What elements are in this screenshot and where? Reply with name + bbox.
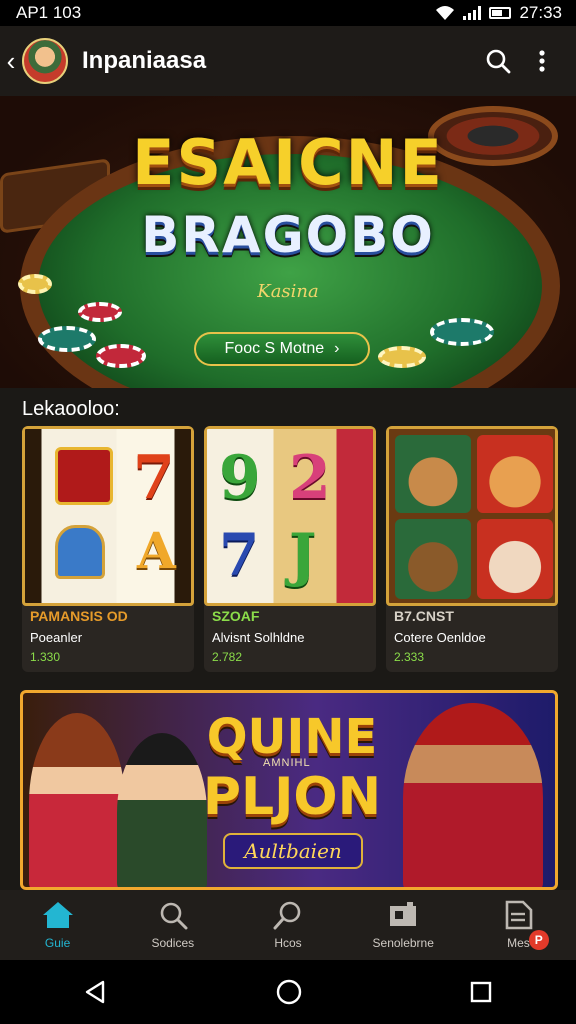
nav-label: Senolebrne: [372, 936, 434, 950]
nine-symbol-icon: 9: [219, 443, 261, 513]
magnifier-icon: [273, 901, 301, 930]
status-time: 27:33: [519, 3, 562, 22]
notification-badge: P: [528, 930, 549, 950]
puzzle-icon: [390, 902, 417, 926]
game-card[interactable]: B7.CNST Cotere Oenldoe 2.333: [386, 426, 558, 672]
hero-cta-label: Fooc S Motne: [224, 340, 325, 357]
card-count: 2.333: [394, 650, 425, 664]
hero-subtitle: Kasina: [257, 281, 319, 302]
hero-banner[interactable]: ESAICNE BRAGOBO Kasina Fooc S Motne ›: [0, 96, 576, 388]
a-symbol-icon: A: [137, 521, 176, 580]
game-card-list: 7 A PAMANSIS OD Poeanler 1.330 9 2 7 J S…: [22, 426, 558, 672]
nav-label: Hcos: [274, 936, 302, 950]
card-badge: B7.CNST: [394, 608, 454, 624]
home-circle-icon[interactable]: [275, 978, 303, 1006]
app-bar: ‹ Inpaniaasa: [0, 26, 576, 96]
nav-label: Sodices: [151, 936, 195, 950]
game-card[interactable]: 7 A PAMANSIS OD Poeanler 1.330: [22, 426, 194, 672]
three-symbol-icon: J: [289, 521, 317, 589]
dog-character-image: [395, 435, 471, 513]
nav-label: Guie: [44, 936, 71, 950]
card-count: 2.782: [212, 650, 243, 664]
seven-symbol-icon: 7: [219, 521, 260, 589]
page-title: Inpaniaasa: [82, 47, 207, 74]
bell-symbol-icon: [55, 525, 105, 579]
chevron-right-icon: ›: [334, 340, 340, 357]
battery-icon: [489, 7, 512, 19]
game-card[interactable]: 9 2 7 J SZOAF Alvisnt Solhldne 2.782: [204, 426, 376, 672]
home-icon: [42, 902, 73, 928]
status-carrier: AP1 103: [16, 3, 82, 22]
promo-title-line2: PLJON: [202, 767, 382, 827]
card-name: Cotere Oenldoe: [394, 630, 486, 645]
recents-square-icon[interactable]: [469, 980, 493, 1004]
system-nav-bar: [0, 960, 576, 1024]
more-vertical-icon[interactable]: [520, 39, 564, 83]
app-screen: AP1 103 27:33 ‹ Inpaniaasa ESAICNE BRAGO…: [0, 0, 576, 1024]
chip-stack-image: [78, 302, 122, 322]
chevron-left-icon[interactable]: ‹: [0, 46, 22, 77]
search-icon: [160, 902, 188, 930]
nav-item-more[interactable]: Mes P: [461, 890, 576, 960]
chip-stack-image: [430, 318, 494, 346]
nav-label: Mes: [507, 936, 530, 950]
card-name: Alvisnt Solhldne: [212, 630, 305, 645]
hero-title-line1: ESAICNE: [132, 126, 444, 199]
status-icons: 27:33: [435, 3, 562, 23]
chip-stack-image: [96, 344, 146, 368]
nav-item-hcos[interactable]: Hcos: [230, 890, 345, 960]
nav-item-extensions[interactable]: Senolebrne: [346, 890, 461, 960]
hero-title-line2: BRAGOBO: [141, 206, 435, 264]
bottom-nav: Guie Sodices Hcos Senolebrne Mes P: [0, 890, 576, 960]
fox-character-image: [477, 435, 553, 513]
nav-item-search[interactable]: Sodices: [115, 890, 230, 960]
slot-machine-thumbnail: 9 2 7 J: [204, 426, 376, 606]
hero-cta-button[interactable]: Fooc S Motne ›: [194, 332, 370, 366]
seven-symbol-icon: 7: [133, 443, 175, 513]
section-title: Lekaooloo:: [22, 398, 120, 420]
cherry-symbol-icon: [55, 447, 113, 505]
wifi-icon: [436, 6, 455, 20]
avatar[interactable]: [22, 38, 68, 84]
card-badge: PAMANSIS OD: [30, 608, 128, 624]
cat-character-image: [477, 519, 553, 599]
card-name: Poeanler: [30, 630, 83, 645]
card-badge: SZOAF: [212, 608, 260, 624]
chip-stack-image: [378, 346, 426, 368]
document-icon: [506, 900, 533, 930]
search-icon[interactable]: [476, 39, 520, 83]
status-bar: AP1 103 27:33: [0, 0, 576, 26]
bear-character-image: [395, 519, 471, 599]
back-triangle-icon[interactable]: [83, 979, 109, 1005]
animal-slot-thumbnail: [386, 426, 558, 606]
two-symbol-icon: 2: [289, 443, 331, 513]
signal-icon: [463, 6, 482, 20]
nav-item-home[interactable]: Guie: [0, 890, 115, 960]
card-count: 1.330: [30, 650, 61, 664]
slot-machine-thumbnail: 7 A: [22, 426, 194, 606]
promo-banner[interactable]: QUINE AMNIHL PLJON Aultbaien: [20, 690, 558, 890]
chip-stack-image: [38, 326, 96, 352]
promo-subtitle: Aultbaien: [223, 833, 363, 869]
